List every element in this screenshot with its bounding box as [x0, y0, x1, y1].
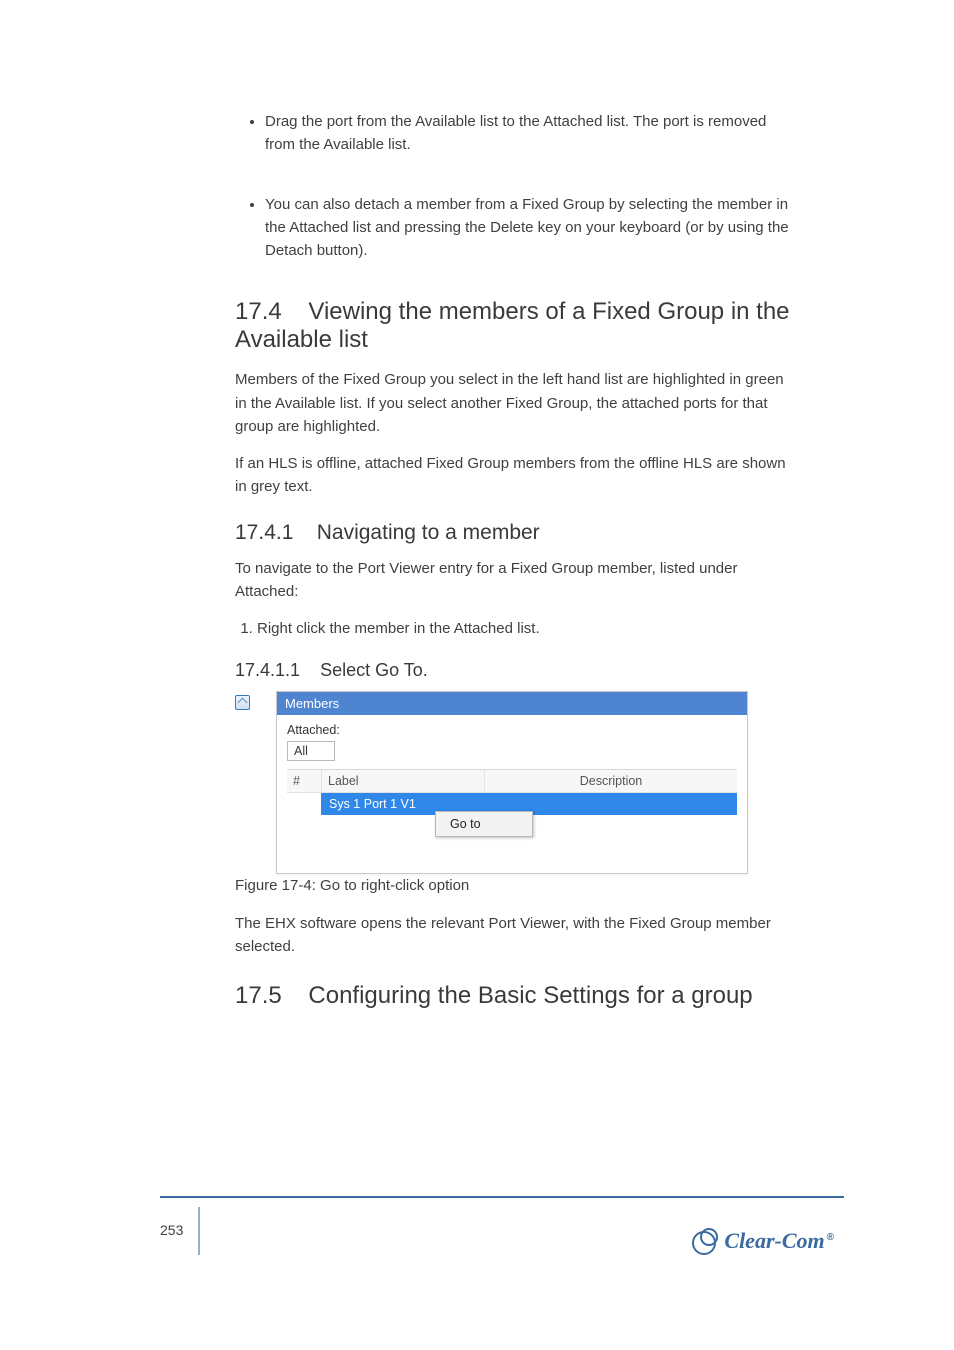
members-window: Members Attached: All # Label Descriptio…	[276, 691, 748, 874]
window-titlebar: Members	[277, 692, 747, 715]
context-menu: Go to	[435, 811, 533, 837]
sub-subsection-number: 17.4.1.1	[235, 660, 300, 680]
col-header-hash[interactable]: #	[287, 770, 322, 792]
nav-steps-list: Right click the member in the Attached l…	[235, 617, 795, 640]
grid-row-selected[interactable]: Sys 1 Port 1 V1 Go to	[287, 793, 737, 815]
pin-icon[interactable]	[235, 695, 250, 710]
attached-label: Attached:	[287, 723, 737, 737]
sub-subsection-title: Select Go To.	[320, 660, 428, 680]
avail-members-paragraph: Members of the Fixed Group you select in…	[235, 368, 795, 438]
section-title: Viewing the members of a Fixed Group in …	[235, 298, 790, 353]
figure-caption: Figure 17-4: Go to right-click option	[235, 874, 795, 897]
screenshot-figure: Members Attached: All # Label Descriptio…	[235, 691, 795, 874]
context-menu-goto[interactable]: Go to	[436, 812, 532, 836]
sub-subsection-heading: 17.4.1.1 Select Go To.	[235, 660, 795, 681]
cell-hash	[287, 793, 321, 815]
section-title-17-5: Configuring the Basic Settings for a gro…	[308, 982, 752, 1009]
members-grid: # Label Description Sys 1 Port 1 V1 Go t…	[287, 769, 737, 859]
col-header-label[interactable]: Label	[322, 770, 485, 792]
hls-offline-paragraph: If an HLS is offline, attached Fixed Gro…	[235, 452, 795, 499]
col-header-description[interactable]: Description	[485, 770, 737, 792]
section-heading-17-5: 17.5 Configuring the Basic Settings for …	[235, 982, 795, 1010]
subsection-heading-17-4-1: 17.4.1 Navigating to a member	[235, 521, 795, 545]
clearcom-logo-text: Clear-Com®	[724, 1228, 834, 1254]
section-heading-17-4: 17.4 Viewing the members of a Fixed Grou…	[235, 298, 795, 354]
section-number: 17.4	[235, 298, 282, 325]
bullet-item-2: You can also detach a member from a Fixe…	[265, 193, 795, 263]
footer-divider	[198, 1207, 200, 1255]
bullet-item-1: Drag the port from the Available list to…	[265, 110, 795, 157]
nav-step-1: Right click the member in the Attached l…	[257, 617, 795, 640]
top-bullet-list: Drag the port from the Available list to…	[235, 110, 795, 262]
attached-filter-select[interactable]: All	[287, 741, 335, 761]
footer-rule	[160, 1196, 844, 1198]
clearcom-logo-icon	[692, 1228, 718, 1254]
footer-logo: Clear-Com®	[692, 1228, 834, 1254]
subsection-title: Navigating to a member	[317, 521, 540, 544]
port-viewer-opens-paragraph: The EHX software opens the relevant Port…	[235, 912, 795, 959]
nav-intro-paragraph: To navigate to the Port Viewer entry for…	[235, 557, 795, 604]
grid-header-row: # Label Description	[287, 770, 737, 793]
subsection-number: 17.4.1	[235, 521, 293, 544]
footer-page-number: 253	[160, 1222, 183, 1238]
section-number-17-5: 17.5	[235, 982, 282, 1009]
